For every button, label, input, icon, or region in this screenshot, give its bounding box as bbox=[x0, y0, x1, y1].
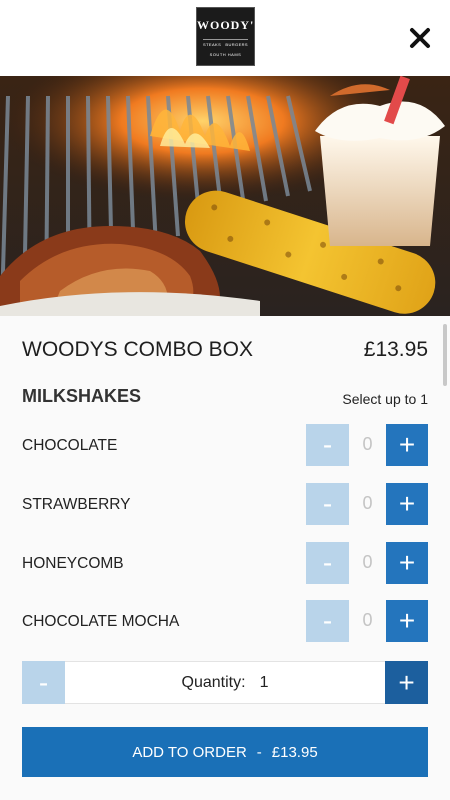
quantity-increment-button[interactable]: + bbox=[385, 661, 428, 704]
option-count: 0 bbox=[362, 493, 373, 513]
header: WOODY'S STEAKS BURGERS SOUTH HAMS bbox=[0, 0, 450, 76]
quantity-value: 1 bbox=[259, 674, 269, 691]
option-count: 0 bbox=[362, 434, 373, 454]
quantity-label: Quantity: bbox=[181, 674, 246, 691]
increment-button[interactable]: + bbox=[386, 600, 428, 642]
logo-location: SOUTH HAMS bbox=[209, 52, 242, 57]
logo-text: WOODY'S bbox=[197, 18, 263, 32]
product-hero-image bbox=[0, 76, 450, 316]
close-button[interactable] bbox=[406, 24, 434, 52]
quantity-decrement-button[interactable]: - bbox=[22, 661, 65, 704]
hero-photo bbox=[0, 76, 450, 316]
option-count: 0 bbox=[362, 610, 373, 630]
increment-button[interactable]: + bbox=[386, 542, 428, 584]
option-row-honeycomb: HONEYCOMB - 0 + bbox=[0, 542, 450, 584]
logo-sub-left: STEAKS bbox=[203, 42, 222, 47]
scrollbar[interactable] bbox=[443, 324, 447, 386]
option-row-chocolate-mocha: CHOCOLATE MOCHA - 0 + bbox=[0, 600, 450, 642]
increment-button[interactable]: + bbox=[386, 424, 428, 466]
quantity-stepper: - Quantity: 1 + bbox=[22, 661, 428, 704]
option-label: HONEYCOMB bbox=[22, 555, 124, 572]
add-to-order-price: £13.95 bbox=[271, 743, 318, 761]
section-title: MILKSHAKES bbox=[22, 386, 142, 406]
logo-divider bbox=[203, 39, 248, 40]
option-label: STRAWBERRY bbox=[22, 496, 131, 513]
quantity-display: Quantity: 1 bbox=[65, 674, 385, 692]
decrement-button[interactable]: - bbox=[306, 542, 349, 584]
option-label: CHOCOLATE MOCHA bbox=[22, 613, 180, 630]
product-title: WOODYS COMBO BOX bbox=[22, 338, 254, 361]
add-to-order-separator: - bbox=[256, 743, 262, 761]
option-label: CHOCOLATE bbox=[22, 437, 118, 454]
logo-subtitle: STEAKS BURGERS bbox=[197, 42, 254, 47]
option-row-chocolate: CHOCOLATE - 0 + bbox=[0, 424, 450, 466]
add-to-order-label: ADD TO ORDER bbox=[132, 743, 247, 761]
logo-sub-right: BURGERS bbox=[225, 42, 248, 47]
add-to-order-button[interactable]: ADD TO ORDER - £13.95 bbox=[22, 727, 428, 777]
decrement-button[interactable]: - bbox=[306, 600, 349, 642]
option-count: 0 bbox=[362, 552, 373, 572]
decrement-button[interactable]: - bbox=[306, 424, 349, 466]
increment-button[interactable]: + bbox=[386, 483, 428, 525]
close-icon bbox=[410, 28, 430, 48]
woodys-logo: WOODY'S STEAKS BURGERS SOUTH HAMS bbox=[196, 7, 263, 66]
product-price: £13.95 bbox=[363, 338, 428, 361]
section-hint: Select up to 1 bbox=[342, 391, 428, 407]
option-row-strawberry: STRAWBERRY - 0 + bbox=[0, 483, 450, 525]
decrement-button[interactable]: - bbox=[306, 483, 349, 525]
